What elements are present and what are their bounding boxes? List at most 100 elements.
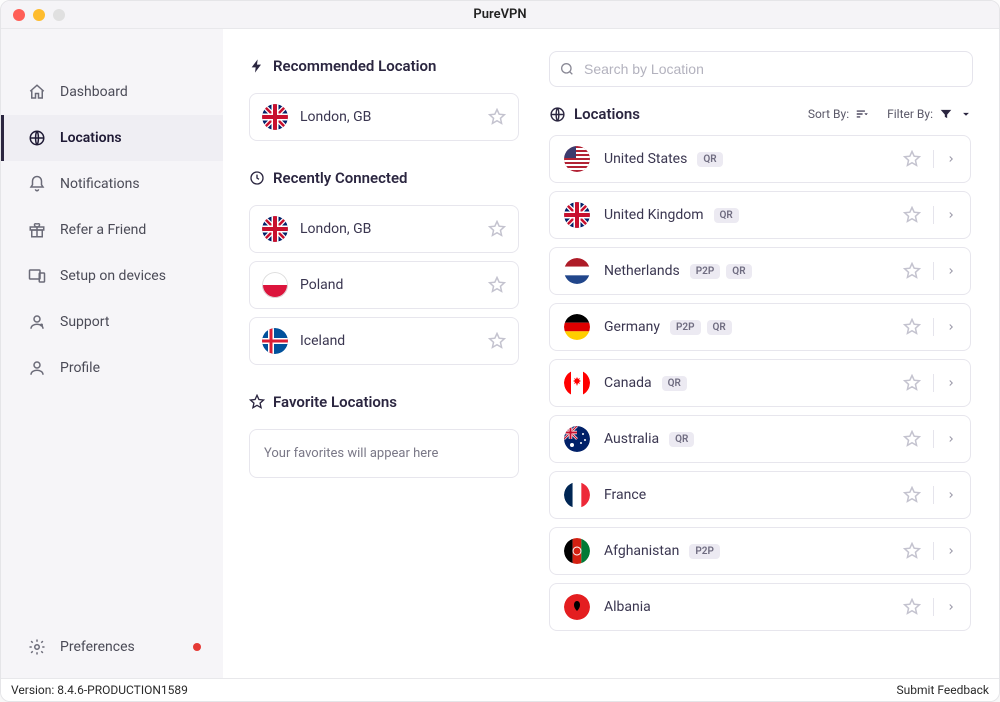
location-card[interactable]: Poland (249, 261, 519, 309)
country-tags: P2PQR (670, 320, 732, 335)
tag-qr: QR (726, 264, 751, 279)
country-row[interactable]: Albania (549, 583, 971, 631)
row-actions (903, 374, 956, 392)
close-window-button[interactable] (13, 9, 25, 21)
sidebar-item-notifications[interactable]: Notifications (1, 161, 223, 207)
row-actions (903, 598, 956, 616)
location-name: Poland (300, 277, 488, 293)
clock-icon (249, 170, 265, 186)
flag-icon (262, 328, 288, 354)
country-row[interactable]: Australia QR (549, 415, 971, 463)
divider (933, 542, 934, 560)
globe-icon (28, 129, 46, 147)
tag-qr: QR (707, 320, 732, 335)
sidebar-item-locations[interactable]: Locations (1, 115, 223, 161)
home-icon (28, 83, 46, 101)
favorite-button[interactable] (903, 318, 921, 336)
chevron-right-icon[interactable] (946, 154, 956, 164)
sidebar-item-support[interactable]: Support (1, 299, 223, 345)
divider (933, 374, 934, 392)
chevron-right-icon[interactable] (946, 434, 956, 444)
favorite-button[interactable] (903, 150, 921, 168)
country-row[interactable]: Afghanistan P2P (549, 527, 971, 575)
chevron-right-icon[interactable] (946, 266, 956, 276)
submit-feedback-link[interactable]: Submit Feedback (897, 683, 989, 697)
favorite-button[interactable] (903, 206, 921, 224)
sidebar-item-dashboard[interactable]: Dashboard (1, 69, 223, 115)
locations-header: Locations Sort By: Filter By: (549, 105, 973, 123)
locations-title: Locations (549, 105, 808, 123)
version-text: Version: 8.4.6-PRODUCTION1589 (11, 683, 188, 697)
chevron-right-icon[interactable] (946, 546, 956, 556)
location-card[interactable]: Iceland (249, 317, 519, 365)
flag-icon (262, 104, 288, 130)
row-actions (903, 318, 956, 336)
recent-section-title: Recently Connected (249, 169, 519, 187)
favorite-button[interactable] (903, 486, 921, 504)
chevron-right-icon[interactable] (946, 210, 956, 220)
country-row[interactable]: United Kingdom QR (549, 191, 971, 239)
sort-icon (855, 107, 869, 121)
favorite-button[interactable] (903, 430, 921, 448)
preferences-badge (193, 643, 201, 651)
chevron-right-icon[interactable] (946, 378, 956, 388)
main-content: Recommended Location London, GB Recently… (223, 29, 999, 678)
sort-label: Sort By: (808, 107, 849, 121)
favorite-button[interactable] (903, 598, 921, 616)
row-actions (903, 206, 956, 224)
country-tags: P2PQR (690, 264, 752, 279)
tag-qr: QR (697, 152, 722, 167)
favorite-button[interactable] (903, 374, 921, 392)
sidebar-item-label: Profile (60, 360, 100, 376)
minimize-window-button[interactable] (33, 9, 45, 21)
sidebar-item-label: Support (60, 314, 109, 330)
flag-icon (564, 370, 590, 396)
favorite-button[interactable] (488, 332, 506, 350)
country-name: Afghanistan (604, 543, 679, 559)
location-card[interactable]: London, GB (249, 93, 519, 141)
tag-qr: QR (669, 432, 694, 447)
row-actions (903, 542, 956, 560)
favorite-button[interactable] (903, 262, 921, 280)
country-row[interactable]: Canada QR (549, 359, 971, 407)
favorite-button[interactable] (488, 276, 506, 294)
sidebar-item-profile[interactable]: Profile (1, 345, 223, 391)
window-controls (1, 9, 65, 21)
chevron-right-icon[interactable] (946, 490, 956, 500)
chevron-right-icon[interactable] (946, 602, 956, 612)
sort-button[interactable]: Sort By: (808, 107, 869, 121)
recommended-section-title: Recommended Location (249, 57, 519, 75)
search-wrap (549, 51, 973, 87)
maximize-window-button[interactable] (53, 9, 65, 21)
divider (933, 262, 934, 280)
favorite-button[interactable] (903, 542, 921, 560)
country-row[interactable]: France (549, 471, 971, 519)
sidebar-item-preferences[interactable]: Preferences (1, 624, 223, 670)
country-row[interactable]: Netherlands P2PQR (549, 247, 971, 295)
favorite-button[interactable] (488, 220, 506, 238)
sidebar-item-setup[interactable]: Setup on devices (1, 253, 223, 299)
favorite-button[interactable] (488, 108, 506, 126)
sidebar-item-refer[interactable]: Refer a Friend (1, 207, 223, 253)
sidebar-item-label: Refer a Friend (60, 222, 146, 238)
section-title-text: Recently Connected (273, 169, 408, 187)
empty-text: Your favorites will appear here (264, 446, 438, 461)
filter-button[interactable]: Filter By: (887, 107, 973, 121)
country-tags: P2P (689, 544, 720, 559)
country-row[interactable]: Germany P2PQR (549, 303, 971, 351)
flag-icon (564, 314, 590, 340)
row-actions (903, 486, 956, 504)
location-card[interactable]: London, GB (249, 205, 519, 253)
chevron-right-icon[interactable] (946, 322, 956, 332)
bell-icon (28, 175, 46, 193)
section-title-text: Favorite Locations (273, 393, 397, 411)
flag-icon (564, 482, 590, 508)
location-name: London, GB (300, 109, 488, 125)
row-actions (903, 150, 956, 168)
search-input[interactable] (549, 51, 973, 87)
country-name: United States (604, 151, 687, 167)
tag-p2p: P2P (689, 544, 720, 559)
chevron-down-icon (959, 107, 973, 121)
country-row[interactable]: United States QR (549, 135, 971, 183)
country-name: Netherlands (604, 263, 680, 279)
